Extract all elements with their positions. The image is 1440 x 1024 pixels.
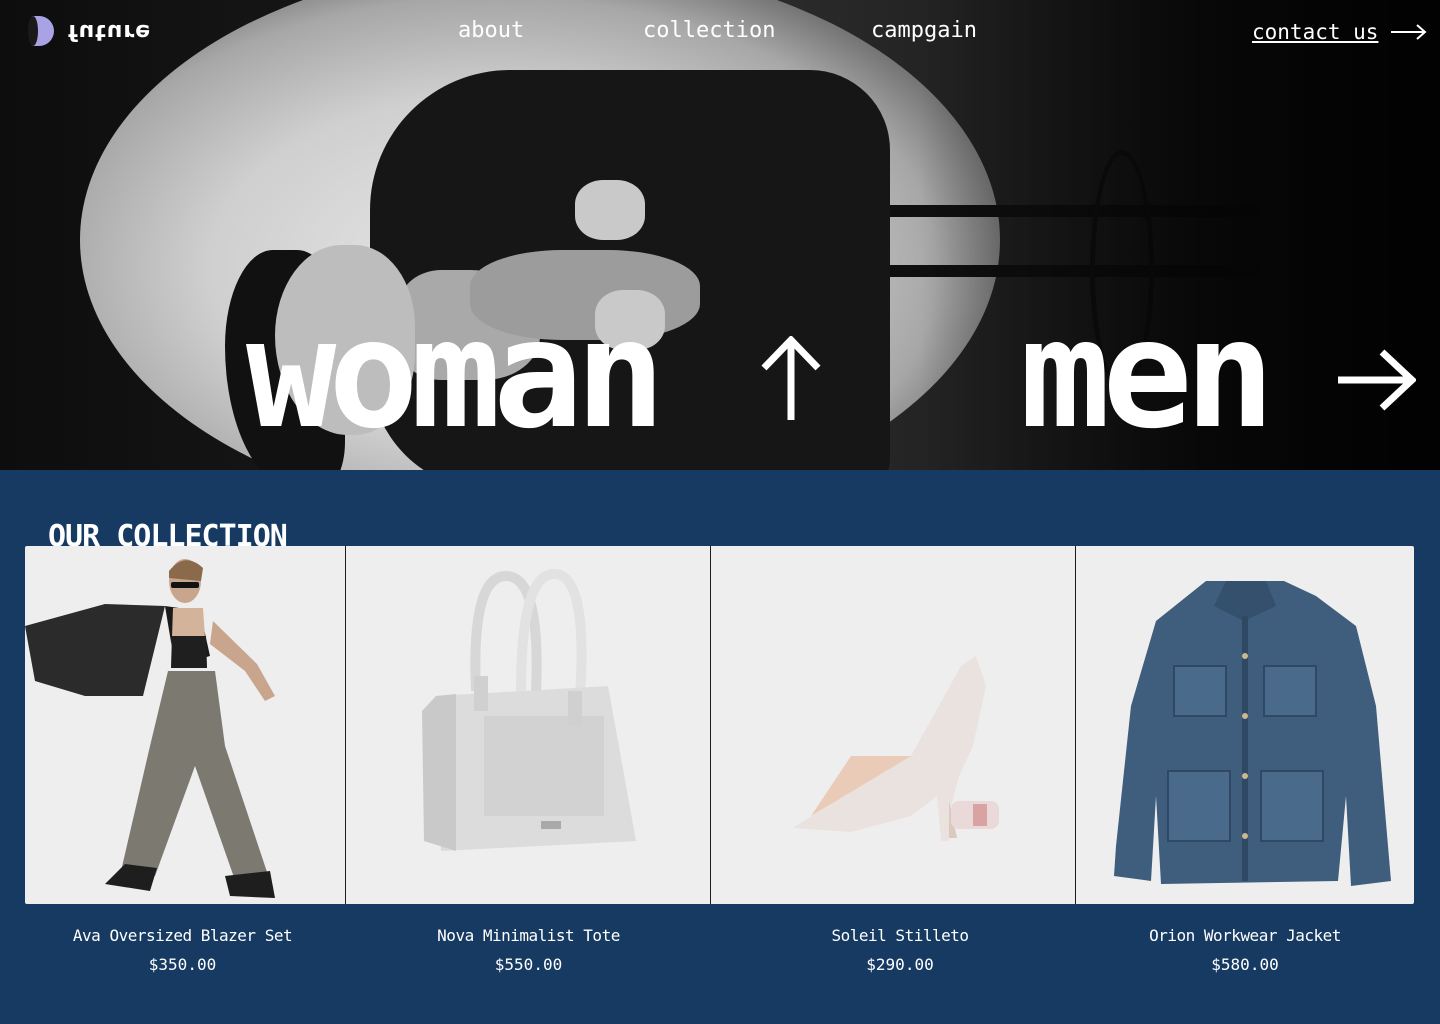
arrow-right-icon[interactable] — [1336, 348, 1416, 412]
product-info-blazer: Ava Oversized Blazer Set $350.00 — [25, 926, 340, 974]
product-card-tote[interactable] — [344, 546, 710, 904]
product-grid — [25, 546, 1414, 904]
product-image-tote — [421, 569, 636, 851]
hero-banner: woman men — [0, 0, 1440, 470]
product-name[interactable]: Ava Oversized Blazer Set — [25, 926, 340, 945]
product-price: $290.00 — [866, 955, 934, 974]
product-image-jacket — [1114, 581, 1392, 886]
logo[interactable]: future — [28, 16, 152, 46]
product-image-stiletto — [793, 656, 999, 841]
product-card-jacket[interactable] — [1075, 546, 1414, 904]
product-name[interactable]: Soleil Stilleto — [711, 926, 1089, 945]
product-info-tote: Nova Minimalist Tote $550.00 — [346, 926, 711, 974]
logo-mark-icon — [28, 16, 54, 46]
men-link[interactable]: men — [1020, 300, 1275, 450]
woman-link[interactable]: woman — [246, 300, 666, 450]
product-card-stiletto[interactable] — [710, 546, 1075, 904]
product-name[interactable]: Orion Workwear Jacket — [1076, 926, 1414, 945]
contact-us-label: contact us — [1252, 20, 1379, 44]
nav-campaign[interactable]: campgain — [871, 18, 977, 43]
logo-text: future — [68, 18, 152, 44]
arrow-up-icon[interactable] — [760, 336, 822, 422]
product-price: $580.00 — [1211, 955, 1279, 974]
product-image-blazer — [25, 559, 275, 898]
product-price: $550.00 — [494, 955, 563, 974]
contact-us-link[interactable]: contact us — [1252, 20, 1428, 44]
nav-collection[interactable]: collection — [643, 18, 775, 43]
product-info-jacket: Orion Workwear Jacket $580.00 — [1076, 926, 1414, 974]
nav-about[interactable]: about — [458, 18, 524, 43]
product-card-blazer[interactable] — [25, 546, 345, 904]
product-name[interactable]: Nova Minimalist Tote — [346, 926, 711, 945]
product-price: $350.00 — [148, 955, 217, 974]
product-info-stiletto: Soleil Stilleto $290.00 — [711, 926, 1089, 974]
arrow-right-icon — [1391, 24, 1427, 40]
